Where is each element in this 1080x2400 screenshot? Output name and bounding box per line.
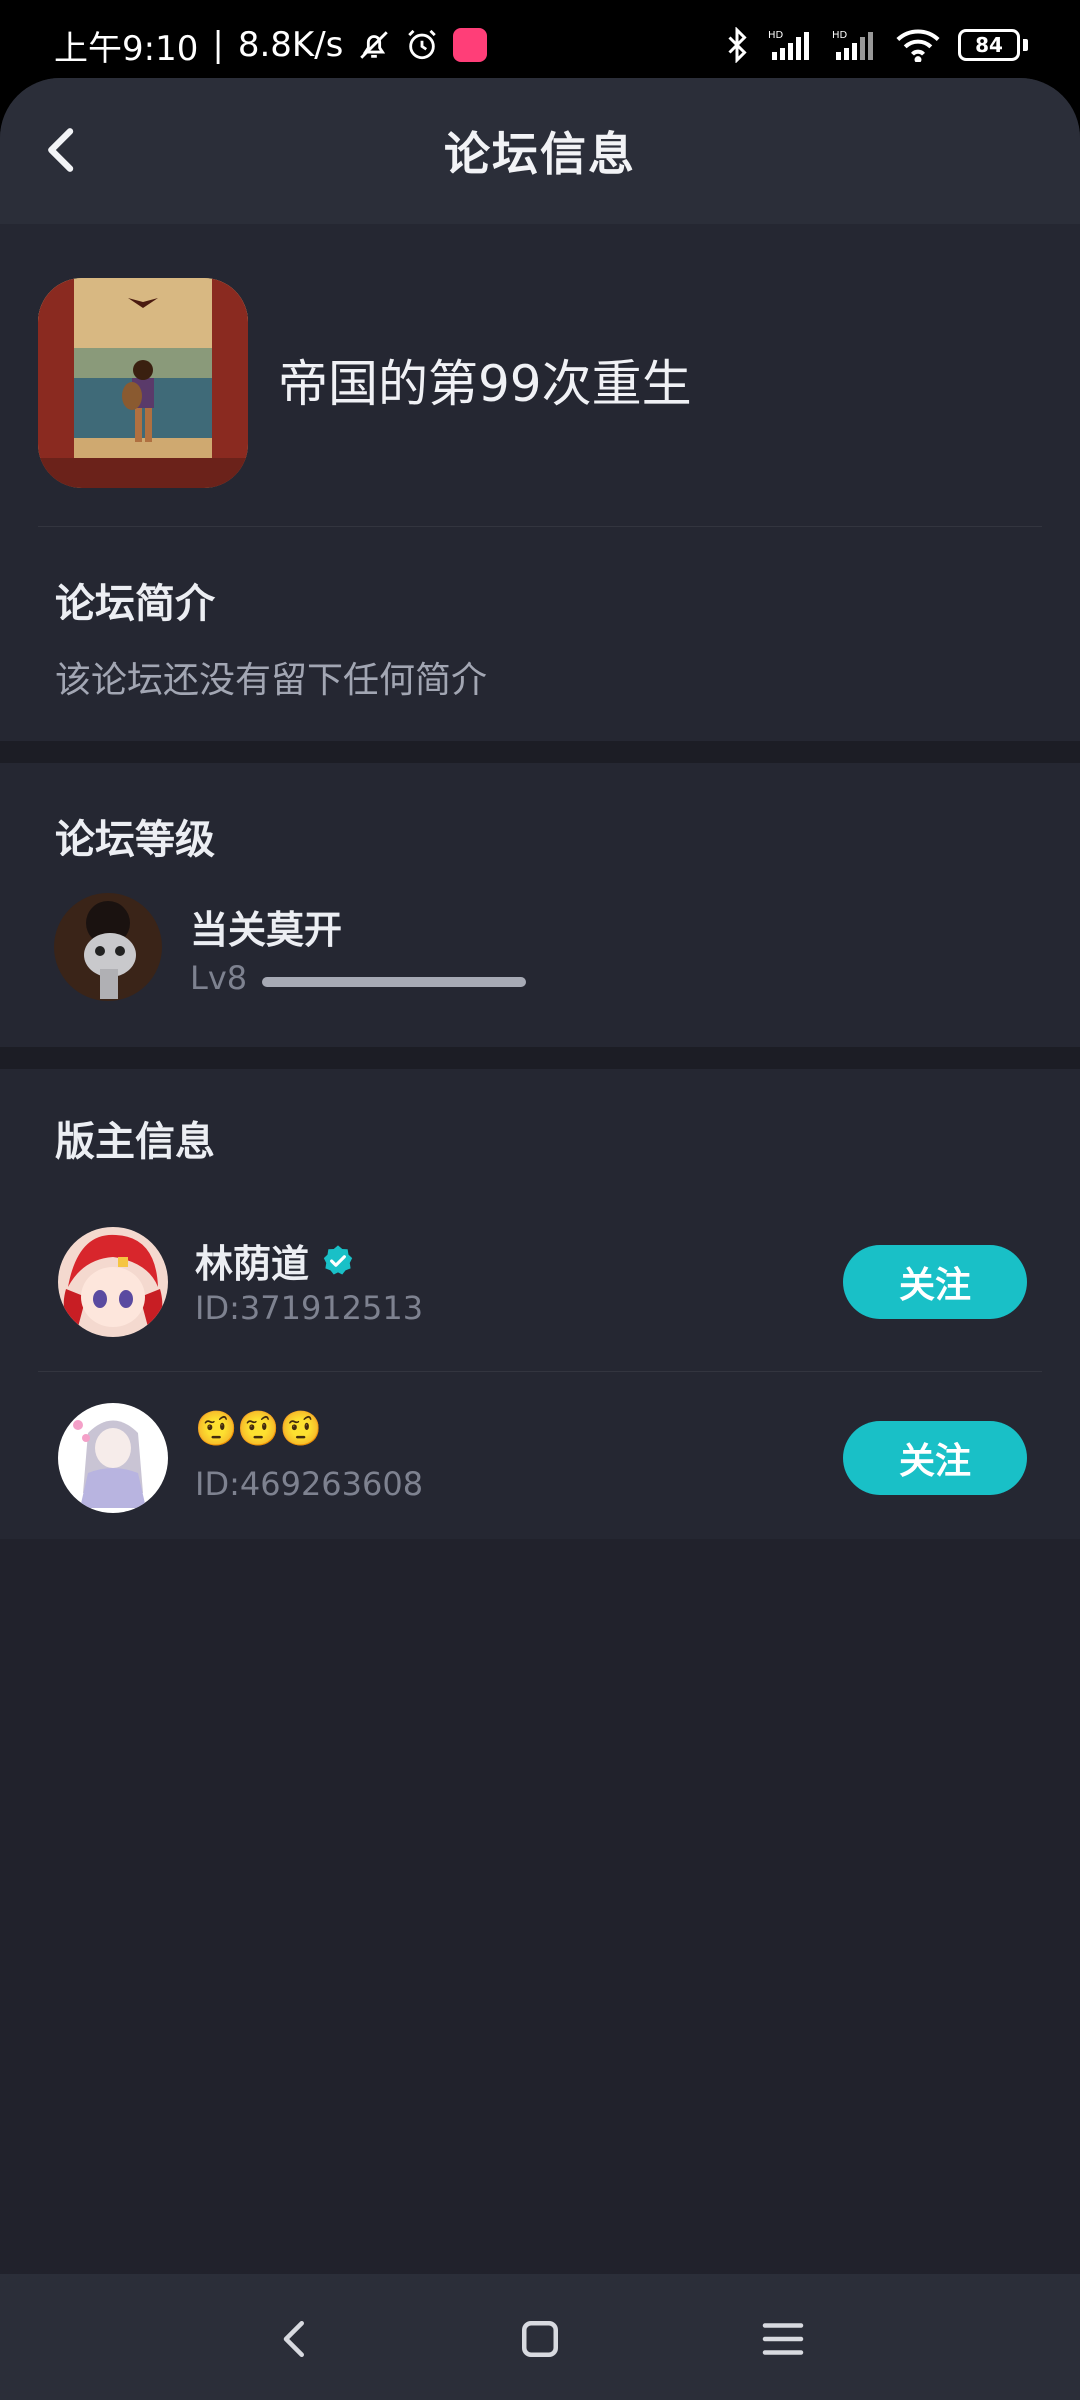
signal-hd-icon: HD [832,30,873,60]
battery-icon: 84 [958,29,1028,61]
status-right: HD HD 84 [724,27,1028,63]
system-nav-bar [0,2274,1080,2400]
moderator-avatar[interactable] [58,1403,168,1513]
nav-menu-button[interactable] [756,2312,810,2366]
divider [38,1371,1042,1372]
forum-header: 帝国的第99次重生 [0,224,1080,526]
moderator-row[interactable]: 🤨🤨🤨 ID:469263608 关注 [0,1373,1080,1548]
forum-cover-image [38,278,248,488]
status-time: 上午9:10 [54,28,199,69]
home-icon [522,2321,558,2357]
moderator-name-text: 🤨🤨🤨 [195,1409,323,1449]
svg-text:HD: HD [768,30,784,41]
section-gap [0,741,1080,763]
level-title: 论坛等级 [55,817,215,863]
nav-home-button[interactable] [513,2312,567,2366]
intro-title: 论坛简介 [55,581,215,627]
bell-off-icon [360,31,389,59]
bluetooth-icon [728,27,747,63]
moderators-section: 版主信息 林荫道 ID:371912513 关注 🤨🤨🤨 ID:46926360… [0,1069,1080,1539]
moderators-title: 版主信息 [55,1119,215,1165]
battery-level: 84 [958,29,1020,61]
status-left: 上午9:10 | 8.8K/s [54,21,488,70]
svg-text:HD: HD [832,30,848,41]
moderator-name: 🤨🤨🤨 [195,1409,322,1449]
section-gap [0,1047,1080,1069]
level-rank-name: 当关莫开 [190,908,343,952]
status-bar: 上午9:10 | 8.8K/s HD HD 84 [0,0,1080,90]
level-progress-fill [262,977,526,987]
intro-text: 该论坛还没有留下任何简介 [55,660,488,701]
status-separator: | [212,25,224,65]
alarm-icon [408,29,437,60]
menu-icon [762,2323,804,2355]
moderator-id: ID:469263608 [195,1465,424,1503]
forum-level-section: 论坛等级 当关莫开 Lv8 [0,763,1080,1047]
app-icon [453,28,488,62]
moderator-row[interactable]: 林荫道 ID:371912513 关注 [0,1197,1080,1372]
wifi-icon [896,29,940,62]
verified-badge-icon [323,1244,353,1274]
back-icon [283,2321,304,2357]
level-progress-bar [262,977,526,987]
level-label: Lv8 [190,959,248,997]
moderator-avatar[interactable] [58,1227,168,1337]
signal-hd-icon: HD [768,30,809,60]
forum-intro-section: 论坛简介 该论坛还没有留下任何简介 [0,527,1080,741]
status-speed: 8.8K/s [237,25,344,65]
follow-button[interactable]: 关注 [843,1421,1027,1495]
moderator-name: 林荫道 [195,1233,355,1288]
follow-button[interactable]: 关注 [843,1245,1027,1319]
back-button[interactable] [30,118,94,182]
chevron-left-icon [48,128,74,172]
moderator-name-text: 林荫道 [195,1242,310,1286]
forum-name: 帝国的第99次重生 [278,355,692,413]
battery-cap [1023,39,1028,51]
page-title: 论坛信息 [444,127,636,181]
level-avatar [54,893,162,1001]
moderator-id: ID:371912513 [195,1289,424,1327]
header: 论坛信息 [0,78,1080,224]
app-container: 论坛信息 帝国的第99次重生 论坛简介 该论坛还没有留下任何简介 论坛等级 当关… [0,78,1080,2278]
nav-back-button[interactable] [268,2312,322,2366]
empty-area [0,1614,1080,2278]
